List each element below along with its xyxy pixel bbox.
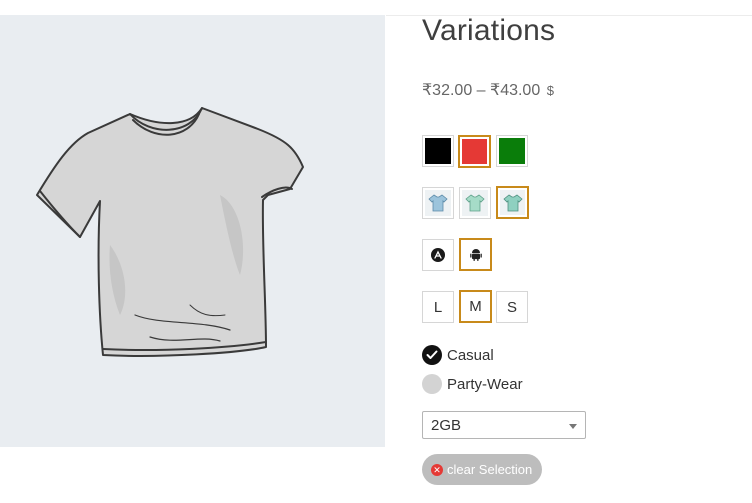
- memory-select-value: 2GB: [431, 416, 462, 434]
- shirt-thumb-icon: [500, 190, 525, 215]
- color-fill-red: [462, 139, 487, 164]
- size-label: L: [433, 298, 443, 316]
- app-store-icon: [431, 248, 445, 262]
- color-fill-black: [425, 138, 451, 164]
- android-icon: [469, 248, 483, 262]
- style-option-casual[interactable]: Casual: [422, 344, 494, 366]
- unchecked-circle-icon: [422, 374, 442, 394]
- price-range-text: ₹32.00 – ₹43.00: [422, 82, 541, 99]
- style-option-label: Casual: [447, 346, 494, 364]
- price-range: ₹32.00 – ₹43.00 $: [422, 80, 554, 100]
- clear-selection-button[interactable]: ✕ clear Selection: [422, 454, 542, 485]
- shirt-thumb-icon: [425, 190, 451, 216]
- close-icon: ✕: [431, 463, 443, 476]
- size-label: S: [506, 298, 517, 316]
- checkmark-icon: [422, 345, 442, 365]
- size-swatch-m[interactable]: M: [459, 290, 492, 323]
- image-swatch-shirt-mint[interactable]: [459, 187, 491, 219]
- style-option-label: Party-Wear: [447, 375, 523, 393]
- shirt-thumb-icon: [462, 190, 488, 216]
- size-swatch-s[interactable]: S: [496, 291, 528, 323]
- currency-symbol: $: [546, 83, 554, 98]
- style-option-party-wear[interactable]: Party-Wear: [422, 373, 523, 395]
- chevron-down-icon: [569, 424, 577, 429]
- image-swatch-shirt-blue[interactable]: [422, 187, 454, 219]
- product-title: Variations: [422, 14, 556, 47]
- memory-select[interactable]: 2GB: [422, 411, 586, 439]
- color-fill-green: [499, 138, 525, 164]
- color-swatch-green[interactable]: [496, 135, 528, 167]
- size-swatch-l[interactable]: L: [422, 291, 454, 323]
- color-swatch-red[interactable]: [458, 135, 491, 168]
- color-swatch-black[interactable]: [422, 135, 454, 167]
- tshirt-illustration: [36, 107, 304, 357]
- image-swatch-shirt-teal[interactable]: [496, 186, 529, 219]
- product-image: [0, 15, 385, 447]
- size-label: M: [469, 298, 482, 315]
- clear-selection-label: clear Selection: [447, 462, 533, 477]
- icon-swatch-android[interactable]: [459, 238, 492, 271]
- icon-swatch-app-store[interactable]: [422, 239, 454, 271]
